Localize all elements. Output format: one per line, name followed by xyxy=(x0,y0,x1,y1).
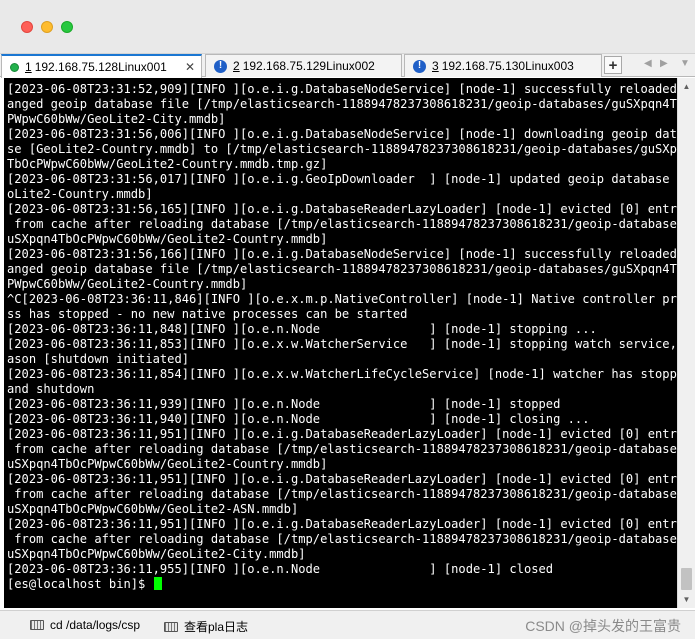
terminal-line: uSXpqn4TbOcPWpwC60bWw/GeoLite2-Country.m… xyxy=(7,232,328,246)
csdn-watermark: CSDN @掉头发的王富贵 xyxy=(525,618,681,634)
terminal-line: se [GeoLite2-Country.mmdb] to [/tmp/elas… xyxy=(7,142,677,156)
connected-status-icon xyxy=(10,62,19,72)
quick-command-label: 查看pla日志 xyxy=(184,620,249,634)
terminal-line: [2023-06-08T23:36:11,940][INFO ][o.e.n.N… xyxy=(7,412,590,426)
terminal-line: [2023-06-08T23:36:11,951][INFO ][o.e.i.g… xyxy=(7,517,677,531)
keyboard-icon xyxy=(30,620,44,630)
scroll-down-icon[interactable]: ▼ xyxy=(678,591,695,608)
terminal-line: uSXpqn4TbOcPWpwC60bWw/GeoLite2-Country.m… xyxy=(7,457,328,471)
warning-icon: ! xyxy=(413,59,426,73)
terminal-line: TbOcPWpwC60bWw/GeoLite2-Country.mmdb.tmp… xyxy=(7,157,328,171)
tab-label: 192.168.75.128Linux001 xyxy=(34,60,167,74)
terminal-line: [2023-06-08T23:36:11,951][INFO ][o.e.i.g… xyxy=(7,427,677,441)
terminal-line: [2023-06-08T23:31:56,166][INFO ][o.e.i.g… xyxy=(7,247,677,261)
add-tab-button[interactable]: + xyxy=(604,56,622,74)
scroll-thumb[interactable] xyxy=(681,568,692,590)
terminal-line: [2023-06-08T23:36:11,854][INFO ][o.e.x.w… xyxy=(7,367,677,381)
terminal-line: [2023-06-08T23:31:56,017][INFO ][o.e.i.g… xyxy=(7,172,677,186)
keyboard-icon xyxy=(164,621,178,632)
shell-prompt: [es@localhost bin]$ xyxy=(7,577,153,591)
terminal-lines: [2023-06-08T23:31:52,909][INFO ][o.e.i.g… xyxy=(7,82,677,592)
terminal-line: ss has stopped - no new native processes… xyxy=(7,307,408,321)
terminal-line: [2023-06-08T23:31:56,165][INFO ][o.e.i.g… xyxy=(7,202,677,216)
terminal-line: [2023-06-08T23:36:11,951][INFO ][o.e.i.g… xyxy=(7,472,677,486)
tab-number: 3 xyxy=(432,59,439,73)
terminal-scrollbar[interactable]: ▲ ▼ xyxy=(677,78,695,608)
terminal-line: [2023-06-08T23:31:52,909][INFO ][o.e.i.g… xyxy=(7,82,677,96)
terminal-line: from cache after reloading database [/tm… xyxy=(7,532,677,546)
terminal-line: ^C[2023-06-08T23:36:11,846][INFO ][o.e.x… xyxy=(7,292,677,306)
terminal-line: [2023-06-08T23:36:11,955][INFO ][o.e.n.N… xyxy=(7,562,554,576)
terminal-line: from cache after reloading database [/tm… xyxy=(7,487,677,501)
tab-list-dropdown-icon[interactable]: ▼ xyxy=(680,58,690,69)
quick-command-view-pla-log[interactable]: 查看pla日志 xyxy=(164,618,248,635)
session-tab-bar: 1 192.168.75.128Linux001 ✕ ! 2 192.168.7… xyxy=(0,54,695,78)
minimize-window-button[interactable] xyxy=(41,21,53,33)
tab-label: 192.168.75.130Linux003 xyxy=(441,59,574,73)
terminal-line: uSXpqn4TbOcPWpwC60bWw/GeoLite2-City.mmdb… xyxy=(7,547,306,561)
quick-command-bar: cd /data/logs/csp 查看pla日志 CSDN @掉头发的王富贵 xyxy=(0,610,695,639)
tab-number: 2 xyxy=(233,59,240,73)
terminal-line: anged geoip database file [/tmp/elastics… xyxy=(7,262,677,276)
tab-label: 192.168.75.129Linux002 xyxy=(242,59,375,73)
window-titlebar xyxy=(0,0,695,54)
terminal-line: PWpwC60bWw/GeoLite2-City.mmdb] xyxy=(7,112,226,126)
terminal-line: [2023-06-08T23:31:56,006][INFO ][o.e.i.g… xyxy=(7,127,677,141)
terminal-line: [2023-06-08T23:36:11,853][INFO ][o.e.x.w… xyxy=(7,337,677,351)
terminal-line: from cache after reloading database [/tm… xyxy=(7,442,677,456)
terminal-line: from cache after reloading database [/tm… xyxy=(7,217,677,231)
close-window-button[interactable] xyxy=(21,21,33,33)
tab-number: 1 xyxy=(25,60,32,74)
terminal-line: and shutdown xyxy=(7,382,95,396)
tab-scroll-right-icon[interactable]: ▶ xyxy=(660,58,668,69)
terminal-line: [2023-06-08T23:36:11,939][INFO ][o.e.n.N… xyxy=(7,397,561,411)
terminal-line: ason [shutdown initiated] xyxy=(7,352,190,366)
tab-session-3[interactable]: ! 3 192.168.75.130Linux003 xyxy=(404,54,602,77)
terminal-line: PWpwC60bWw/GeoLite2-Country.mmdb] xyxy=(7,277,248,291)
terminal-line: uSXpqn4TbOcPWpwC60bWw/GeoLite2-ASN.mmdb] xyxy=(7,502,299,516)
terminal-prompt-line[interactable]: [es@localhost bin]$ xyxy=(7,577,677,592)
warning-icon: ! xyxy=(214,59,227,73)
scroll-up-icon[interactable]: ▲ xyxy=(678,78,695,95)
terminal-cursor xyxy=(153,577,162,590)
tab-session-1[interactable]: 1 192.168.75.128Linux001 ✕ xyxy=(1,54,202,78)
terminal-line: anged geoip database file [/tmp/elastics… xyxy=(7,97,677,111)
terminal-line: [2023-06-08T23:36:11,848][INFO ][o.e.n.N… xyxy=(7,322,597,336)
maximize-window-button[interactable] xyxy=(61,21,73,33)
tab-session-2[interactable]: ! 2 192.168.75.129Linux002 xyxy=(205,54,402,77)
quick-command-label: cd /data/logs/csp xyxy=(50,618,141,632)
terminal-output[interactable]: [2023-06-08T23:31:52,909][INFO ][o.e.i.g… xyxy=(4,78,677,608)
tab-scroll-left-icon[interactable]: ◀ xyxy=(644,58,652,69)
terminal-line: oLite2-Country.mmdb] xyxy=(7,187,153,201)
close-icon[interactable]: ✕ xyxy=(185,59,195,75)
quick-command-cd-logs[interactable]: cd /data/logs/csp xyxy=(30,618,140,632)
